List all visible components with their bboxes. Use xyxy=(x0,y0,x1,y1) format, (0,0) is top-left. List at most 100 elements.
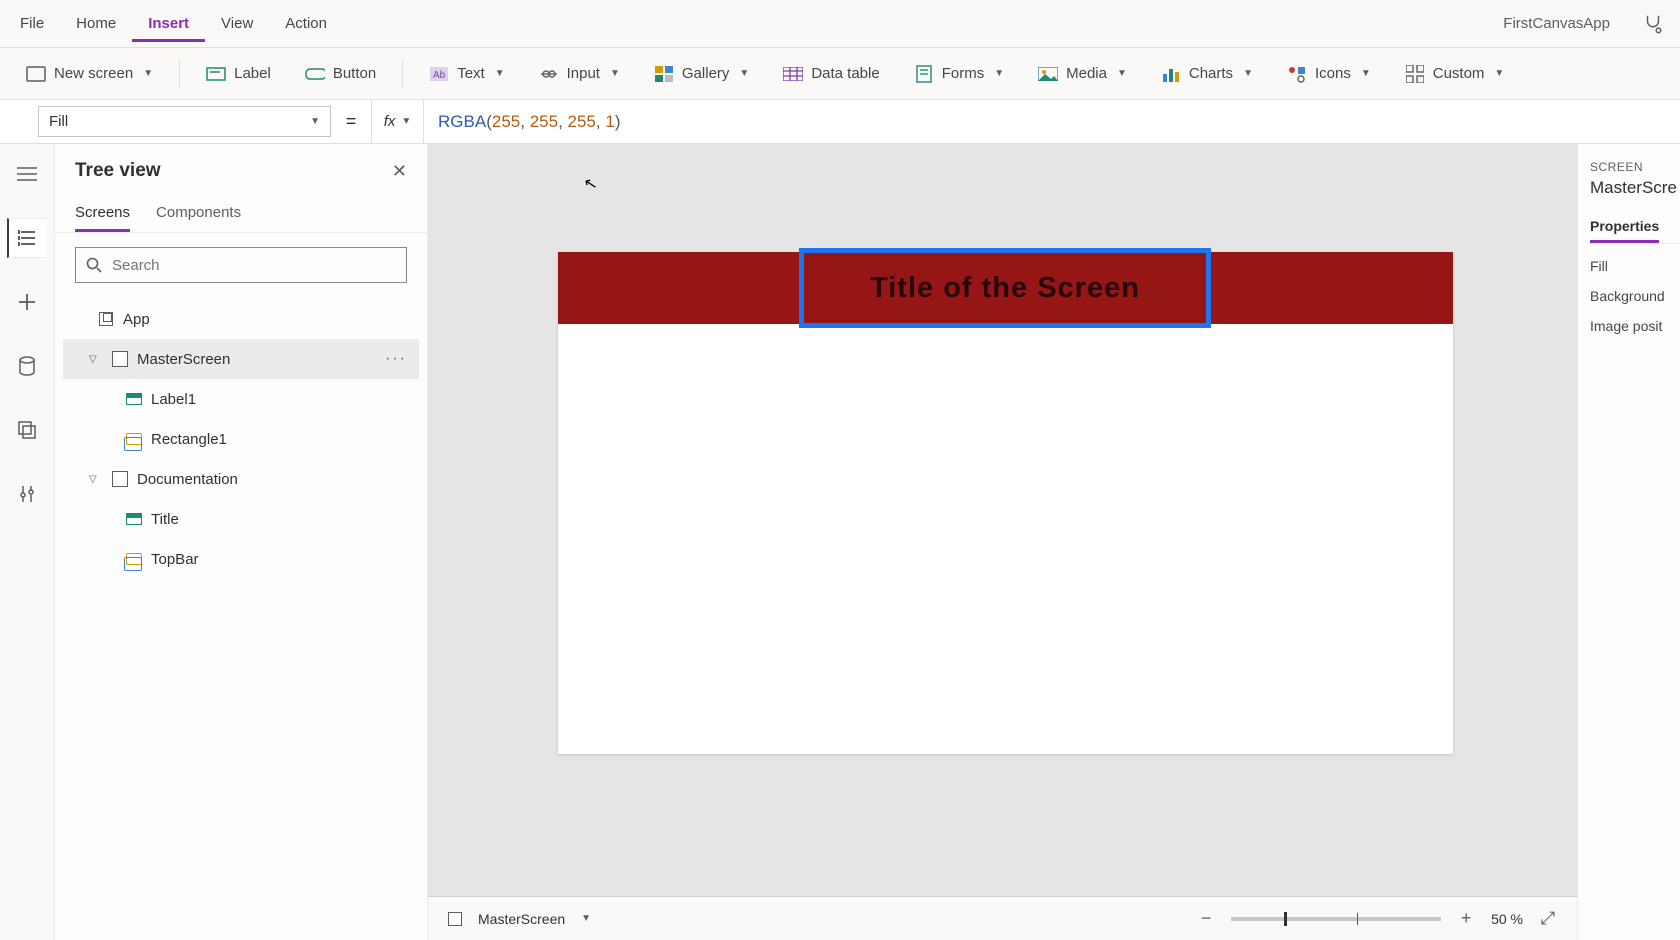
media-icon xyxy=(1038,64,1058,84)
forms-button[interactable]: Forms ▼ xyxy=(906,58,1012,90)
custom-button[interactable]: Custom ▼ xyxy=(1397,58,1513,90)
svg-text:Ab: Ab xyxy=(433,70,446,81)
chevron-down-icon[interactable]: ▽ xyxy=(89,354,103,365)
search-input[interactable] xyxy=(75,247,407,283)
label-icon xyxy=(125,390,143,408)
gallery-label: Gallery xyxy=(682,65,730,82)
context-name: MasterScre xyxy=(1590,178,1680,198)
rail-data[interactable] xyxy=(7,346,47,386)
custom-label: Custom xyxy=(1433,65,1485,82)
media-label: Media xyxy=(1066,65,1107,82)
tab-screens[interactable]: Screens xyxy=(75,196,130,232)
chevron-down-icon: ▼ xyxy=(1117,68,1127,79)
tab-components[interactable]: Components xyxy=(156,196,241,232)
formula-fn: RGBA xyxy=(438,112,486,132)
rail-insert[interactable] xyxy=(7,282,47,322)
label-icon xyxy=(206,64,226,84)
input-button[interactable]: Input ▼ xyxy=(531,58,628,90)
chevron-down-icon: ▼ xyxy=(610,68,620,79)
charts-label: Charts xyxy=(1189,65,1233,82)
status-screen-name[interactable]: MasterScreen xyxy=(478,911,565,927)
zoom-in-button[interactable]: + xyxy=(1455,908,1477,929)
equals-sign: = xyxy=(331,100,371,143)
ribbon: New screen ▼ Label Button Ab Text ▼ Inpu… xyxy=(0,48,1680,100)
zoom-out-button[interactable]: − xyxy=(1195,908,1217,929)
text-label: Text xyxy=(457,65,485,82)
menu-action[interactable]: Action xyxy=(269,5,343,42)
tree-node-app[interactable]: App xyxy=(63,299,419,339)
status-bar: MasterScreen ▼ − + 50 % ⤢ xyxy=(428,896,1577,940)
media-button[interactable]: Media ▼ xyxy=(1030,58,1135,90)
chevron-down-icon[interactable]: ▼ xyxy=(581,913,591,924)
rail-hamburger[interactable] xyxy=(7,154,47,194)
text-button[interactable]: Ab Text ▼ xyxy=(421,58,512,90)
artboard-masterscreen[interactable]: Title of the Screen xyxy=(558,252,1453,754)
charts-button[interactable]: Charts ▼ xyxy=(1153,58,1261,90)
icons-button[interactable]: Icons ▼ xyxy=(1279,58,1379,90)
prop-image-position[interactable]: Image posit xyxy=(1590,304,1680,334)
new-screen-button[interactable]: New screen ▼ xyxy=(18,58,161,90)
tree-node-documentation[interactable]: ▽ Documentation xyxy=(63,459,419,499)
fullscreen-button[interactable]: ⤢ xyxy=(1537,908,1559,929)
chevron-down-icon: ▼ xyxy=(143,68,153,79)
app-name: FirstCanvasApp xyxy=(1503,15,1630,32)
forms-label: Forms xyxy=(942,65,985,82)
button-btn-text: Button xyxy=(333,65,376,82)
fx-button[interactable]: fx ▼ xyxy=(371,100,423,143)
label-icon xyxy=(125,510,143,528)
datatable-button[interactable]: Data table xyxy=(775,58,887,90)
chevron-down-icon: ▼ xyxy=(1494,68,1504,79)
tree-node-topbar[interactable]: TopBar xyxy=(63,539,419,579)
menu-home[interactable]: Home xyxy=(60,5,132,42)
prop-fill[interactable]: Fill xyxy=(1590,244,1680,274)
chevron-down-icon: ▼ xyxy=(739,68,749,79)
tree-node-label1[interactable]: Label1 xyxy=(63,379,419,419)
canvas-stage[interactable]: Title of the Screen ↖ xyxy=(428,144,1577,896)
rail-treeview[interactable] xyxy=(7,218,47,258)
chevron-down-icon: ▼ xyxy=(401,116,411,127)
tab-properties[interactable]: Properties xyxy=(1590,212,1659,243)
custom-icon xyxy=(1405,64,1425,84)
cursor-icon: ↖ xyxy=(582,173,599,195)
gallery-icon xyxy=(654,64,674,84)
formula-input[interactable]: RGBA(255, 255, 255, 1) xyxy=(423,100,1680,143)
rail-media[interactable] xyxy=(7,410,47,450)
property-selector[interactable]: Fill ▼ xyxy=(38,106,331,137)
screen-icon xyxy=(446,910,464,928)
tree-title: Tree view xyxy=(75,160,161,182)
chevron-down-icon: ▼ xyxy=(1243,68,1253,79)
rail-tools[interactable] xyxy=(7,474,47,514)
properties-panel: SCREEN MasterScre Properties Fill Backgr… xyxy=(1577,144,1680,940)
icons-icon xyxy=(1287,64,1307,84)
diagnostics-icon[interactable] xyxy=(1630,13,1676,35)
prop-background[interactable]: Background xyxy=(1590,274,1680,304)
menu-file[interactable]: File xyxy=(4,5,60,42)
button-icon xyxy=(305,64,325,84)
search-field[interactable] xyxy=(112,257,396,274)
zoom-value: 50 % xyxy=(1491,911,1523,927)
tree-node-masterscreen[interactable]: ▽ MasterScreen ··· xyxy=(63,339,419,379)
left-rail xyxy=(0,144,55,940)
close-icon[interactable]: ✕ xyxy=(392,161,407,182)
menu-view[interactable]: View xyxy=(205,5,269,42)
forms-icon xyxy=(914,64,934,84)
label-btn-text: Label xyxy=(234,65,271,82)
more-icon[interactable]: ··· xyxy=(385,350,415,368)
gallery-button[interactable]: Gallery ▼ xyxy=(646,58,757,90)
icons-label: Icons xyxy=(1315,65,1351,82)
tree-node-title[interactable]: Title xyxy=(63,499,419,539)
tree: App ▽ MasterScreen ··· Label1 Rectangle1… xyxy=(55,297,427,581)
menu-insert[interactable]: Insert xyxy=(132,5,205,42)
zoom-slider[interactable] xyxy=(1231,917,1441,921)
new-screen-icon xyxy=(26,64,46,84)
button-button[interactable]: Button xyxy=(297,58,384,90)
tree-node-rectangle1[interactable]: Rectangle1 xyxy=(63,419,419,459)
screen-icon xyxy=(111,350,129,368)
datatable-icon xyxy=(783,64,803,84)
label-button[interactable]: Label xyxy=(198,58,279,90)
canvas-area: Title of the Screen ↖ MasterScreen ▼ − +… xyxy=(428,144,1577,940)
rectangle-icon xyxy=(125,550,143,568)
chevron-down-icon[interactable]: ▽ xyxy=(89,474,103,485)
fx-icon: fx xyxy=(384,113,396,130)
input-label: Input xyxy=(567,65,600,82)
